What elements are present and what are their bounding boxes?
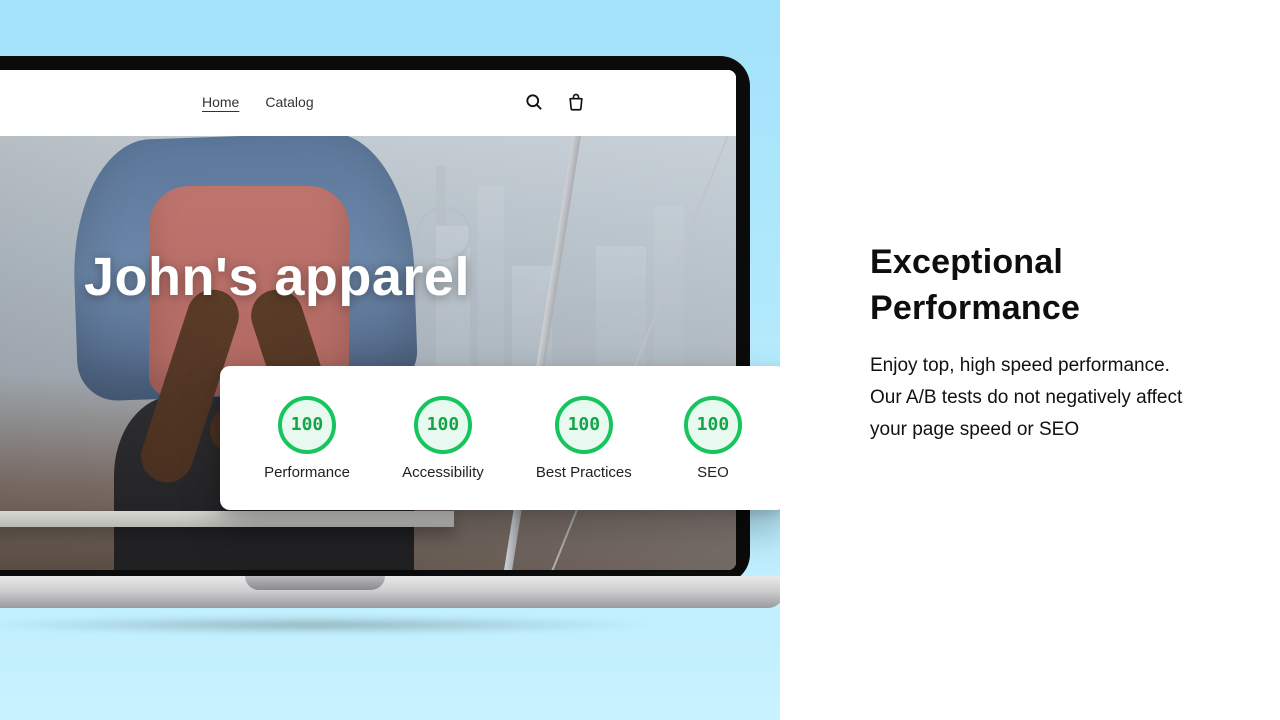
marketing-left-panel: AREL Home Catalog (0, 0, 780, 720)
gauge-seo: 100 (684, 396, 742, 454)
score-label: Accessibility (402, 464, 484, 481)
score-label: Best Practices (536, 464, 632, 481)
gauge-best-practices: 100 (555, 396, 613, 454)
score-accessibility: 100 Accessibility (402, 396, 484, 481)
nav-link-home[interactable]: Home (202, 94, 239, 110)
score-seo: 100 SEO (684, 396, 742, 481)
score-label: Performance (264, 464, 350, 481)
laptop-mockup: AREL Home Catalog (0, 56, 750, 626)
laptop-shadow (0, 616, 663, 634)
hero-title: John's apparel (84, 246, 470, 308)
nav-link-catalog[interactable]: Catalog (265, 94, 313, 110)
score-performance: 100 Performance (264, 396, 350, 481)
hero-bench (0, 511, 454, 527)
laptop-notch (245, 576, 385, 590)
search-icon[interactable] (524, 92, 544, 112)
lighthouse-score-card: 100 Performance 100 Accessibility 100 Be… (220, 366, 786, 510)
gauge-accessibility: 100 (414, 396, 472, 454)
score-label: SEO (697, 464, 729, 481)
site-header: AREL Home Catalog (0, 70, 736, 136)
body-copy: Enjoy top, high speed performance. Our A… (870, 350, 1190, 447)
site-nav: Home Catalog (202, 94, 314, 110)
gauge-performance: 100 (278, 396, 336, 454)
score-best-practices: 100 Best Practices (536, 396, 632, 481)
marketing-copy-panel: Exceptional Performance Enjoy top, high … (780, 0, 1280, 720)
laptop-base (0, 576, 790, 608)
bag-icon[interactable] (566, 92, 586, 112)
headline: Exceptional Performance (870, 240, 1190, 332)
